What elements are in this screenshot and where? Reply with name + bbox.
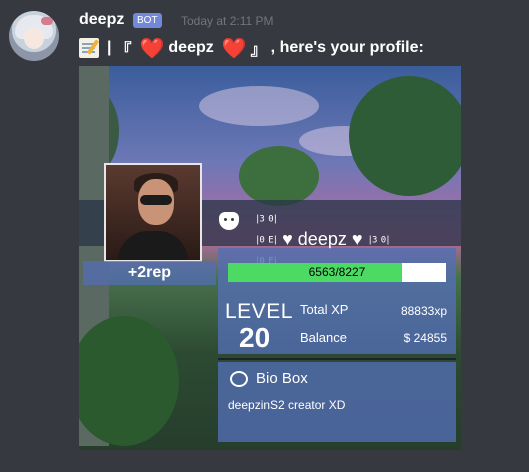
level-value: 20 <box>239 322 271 353</box>
message-tail: , here's your profile: <box>270 39 424 56</box>
xp-progress-text: 6563/8227 <box>308 265 366 279</box>
username[interactable]: deepz <box>79 11 124 29</box>
balance-value: $ 24855 <box>403 331 447 345</box>
bot-badge: BOT <box>133 13 162 28</box>
avatar-bow <box>41 17 53 25</box>
profile-name: ♥ deepz ♥ <box>282 229 363 249</box>
photo-sunglasses <box>140 195 172 205</box>
message-timestamp: Today at 2:11 PM <box>181 14 274 28</box>
rep-count: +2rep <box>83 261 216 285</box>
cloud-shape <box>199 86 319 126</box>
message-content: | 『 ❤️ deepz ❤️ 』 , here's your profile: <box>79 36 424 60</box>
memo-icon <box>79 38 99 58</box>
tree-shape <box>349 76 461 196</box>
message-name: deepz <box>168 39 214 56</box>
profile-picture[interactable] <box>104 163 202 262</box>
total-xp-value: 88833xp <box>400 304 447 318</box>
tree-shape <box>79 316 179 446</box>
total-xp-label: Total XP <box>300 302 349 317</box>
avatar-face <box>24 27 44 49</box>
balance-label: Balance <box>300 330 347 345</box>
heart-icon: ❤️ <box>221 37 247 60</box>
decor-glyph-left: |3 0| |0 E| <box>255 214 278 246</box>
bot-avatar[interactable] <box>9 11 59 61</box>
bio-text: deepzinS2 creator XD <box>228 398 346 412</box>
message-bracket-close: 』 <box>250 42 267 59</box>
heart-icon: ❤️ <box>139 37 165 60</box>
level-label: LEVEL <box>225 300 293 323</box>
panel-divider <box>218 358 456 360</box>
message-bracket-open: 『 <box>115 42 132 59</box>
speech-bubble-icon <box>230 371 248 387</box>
tree-shape <box>239 146 319 206</box>
message-separator: | <box>107 39 112 56</box>
bio-title: Bio Box <box>256 370 308 387</box>
